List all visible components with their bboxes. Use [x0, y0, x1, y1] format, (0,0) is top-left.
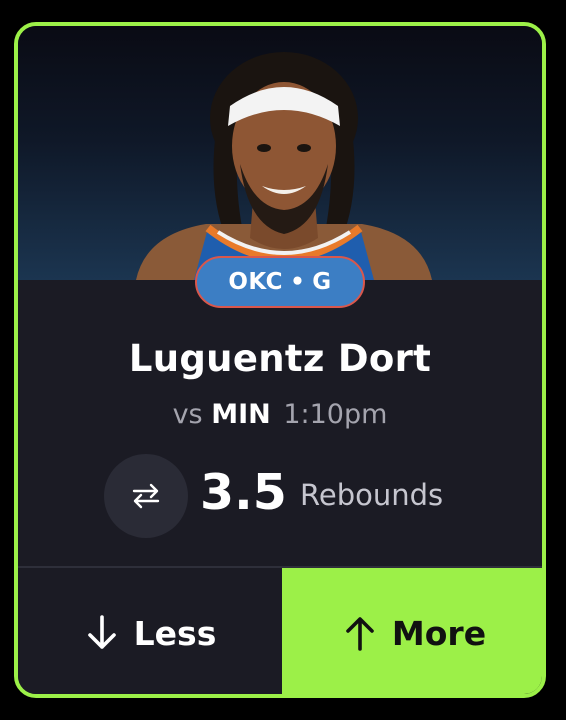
player-name: Luguentz Dort	[128, 337, 432, 380]
player-hero	[18, 26, 542, 280]
swap-arrows-icon	[132, 483, 160, 509]
swap-stat-button[interactable]	[104, 454, 188, 538]
team-position-badge: OKC • G	[195, 256, 365, 308]
player-position: G	[312, 269, 332, 295]
more-button-label: More	[391, 613, 487, 653]
projection-line: 3.5	[200, 464, 287, 521]
opponent-team: MIN	[211, 399, 271, 430]
stat-type: Rebounds	[300, 478, 444, 512]
game-matchup: vs MIN 1:10pm	[18, 399, 542, 430]
arrow-up-icon	[342, 613, 378, 653]
game-time: 1:10pm	[283, 399, 388, 430]
player-headshot	[136, 52, 432, 280]
less-button[interactable]: Less	[18, 568, 282, 694]
team-abbr: OKC	[228, 269, 284, 295]
badge-separator: •	[290, 269, 306, 295]
vs-label: vs	[172, 399, 203, 430]
player-prop-card[interactable]: OKC • G Luguentz Dort vs MIN 1:10pm 3.5 …	[14, 22, 546, 698]
more-button[interactable]: More	[282, 568, 542, 694]
arrow-down-icon	[84, 613, 120, 653]
less-button-label: Less	[133, 613, 217, 653]
